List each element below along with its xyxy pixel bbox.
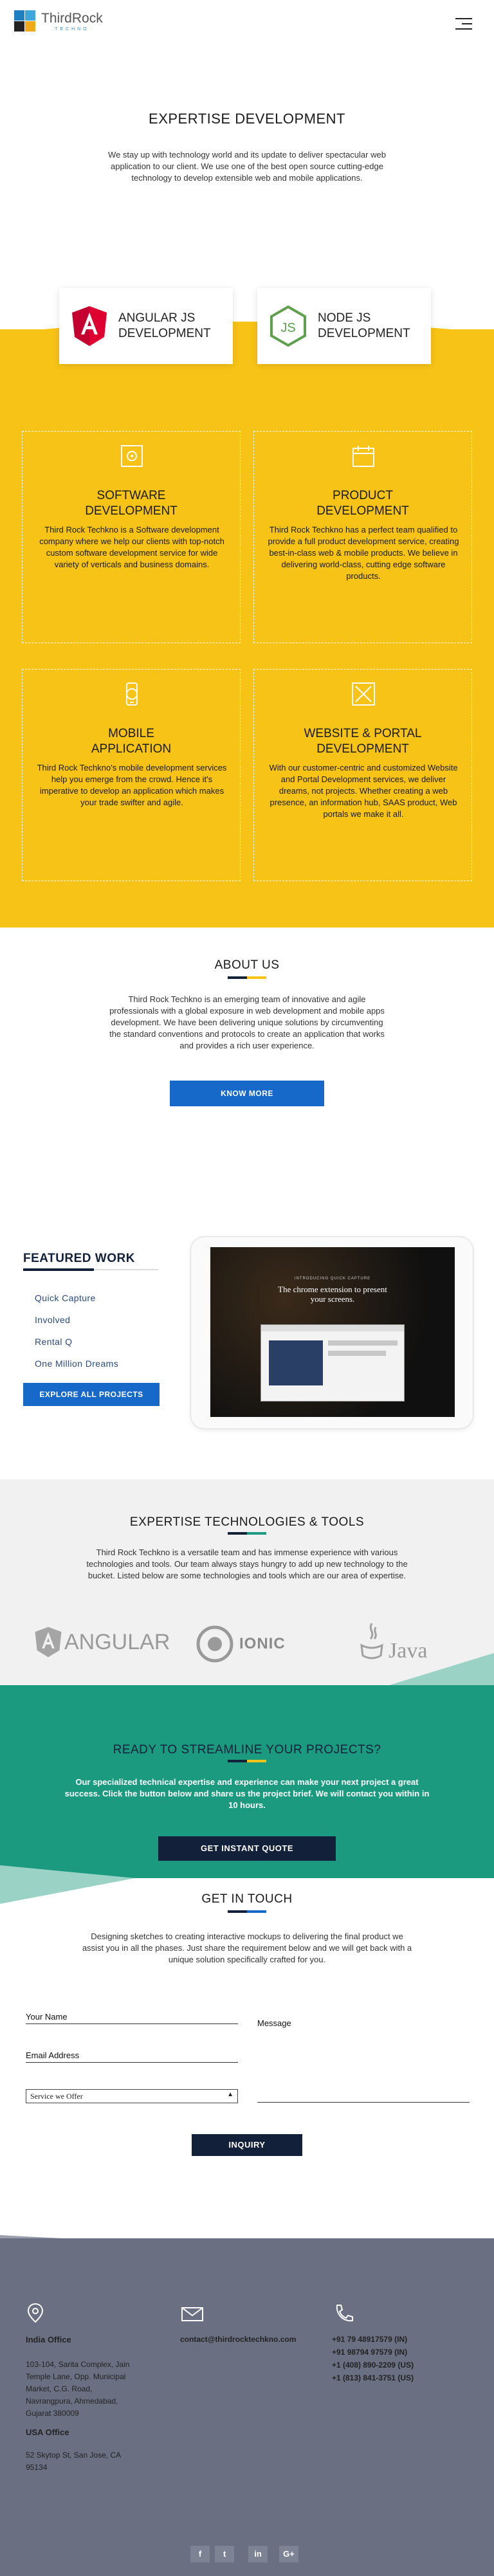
angular-shield-icon — [72, 306, 107, 346]
expertise-intro: We stay up with technology world and its… — [108, 150, 386, 183]
featured-item[interactable]: Involved — [35, 1315, 70, 1325]
featured-item[interactable]: Quick Capture — [35, 1293, 96, 1303]
expertise-title: EXPERTISE DEVELOPMENT — [149, 111, 345, 127]
name-field-label: Your Name — [26, 2012, 68, 2022]
tech-card-label: ANGULAR JS — [118, 311, 196, 325]
know-more-button[interactable]: KNOW MORE — [170, 1081, 324, 1106]
service-desc: Third Rock Techkno is a Software develop… — [39, 525, 224, 569]
site-header: ThirdRock TECHNO — [0, 0, 494, 51]
footer-phones: +91 79 48917579 (IN) +91 98794 97579 (IN… — [332, 2333, 414, 2384]
service-title: SOFTWARE — [96, 489, 166, 502]
message-field-label: Message — [257, 2018, 291, 2028]
service-card-product[interactable]: PRODUCT DEVELOPMENT Third Rock Techkno ha… — [253, 431, 472, 643]
email-field[interactable] — [26, 2062, 238, 2063]
project-preview-screen: INTRODUCING QUICK CAPTURE The chrome ext… — [210, 1247, 455, 1417]
twitter-icon[interactable]: t — [215, 2546, 234, 2562]
logo-mark-icon — [14, 10, 36, 32]
usa-office-title: USA Office — [26, 2427, 69, 2437]
brand-name: ThirdRock — [41, 10, 103, 26]
india-address: 103-104, Sarita Complex, Jain Temple Lane… — [26, 2360, 130, 2418]
brand-tagline: TECHNO — [55, 26, 89, 32]
phone-link[interactable]: +91 98794 97579 (IN) — [332, 2346, 414, 2359]
cta-title: READY TO STREAMLINE YOUR PROJECTS? — [113, 1743, 381, 1757]
service-title: WEBSITE & PORTAL — [304, 727, 422, 740]
usa-address: 52 Skytop St, San Jose, CA 95134 — [26, 2451, 122, 2472]
tech-card-angular[interactable]: ANGULAR JS DEVELOPMENT — [59, 288, 233, 364]
facebook-icon[interactable]: f — [190, 2546, 210, 2562]
service-title: PRODUCT — [333, 489, 393, 502]
email-icon — [181, 2307, 203, 2321]
contact-text: Designing sketches to creating interacti… — [82, 1932, 412, 1964]
service-select[interactable]: Service we Offer ▲ — [26, 2089, 238, 2103]
menu-icon[interactable] — [455, 18, 472, 31]
message-field[interactable] — [257, 2102, 470, 2103]
svg-text:JS: JS — [280, 321, 295, 335]
mobile-app-icon — [126, 682, 138, 706]
featured-title: FEATURED WORK — [23, 1252, 135, 1265]
linkedin-icon[interactable]: in — [248, 2546, 268, 2562]
explore-projects-button[interactable]: EXPLORE ALL PROJECTS — [23, 1383, 160, 1406]
service-card-website[interactable]: WEBSITE & PORTAL DEVELOPMENT With our cus… — [253, 669, 472, 881]
preview-kicker: INTRODUCING QUICK CAPTURE — [294, 1277, 371, 1281]
footer-email-link[interactable]: contact@thirdrocktechkno.com — [180, 2335, 296, 2344]
service-card-software[interactable]: SOFTWARE DEVELOPMENT Third Rock Techkno i… — [22, 431, 241, 643]
phone-link[interactable]: +1 (813) 841-3751 (US) — [332, 2371, 414, 2384]
featured-item[interactable]: One Million Dreams — [35, 1358, 118, 1369]
cta-text: Our specialized technical expertise and … — [64, 1777, 430, 1810]
select-arrow-icon: ▲ — [227, 2091, 233, 2098]
service-desc: Third Rock Techkno's mobile development … — [37, 763, 227, 807]
title-underline — [212, 133, 283, 136]
phone-icon — [336, 2305, 353, 2322]
location-pin-icon — [27, 2303, 44, 2323]
name-field[interactable] — [26, 2023, 238, 2024]
software-gear-icon — [121, 445, 143, 467]
website-tools-icon — [352, 682, 375, 706]
get-instant-quote-button[interactable]: GET INSTANT QUOTE — [158, 1836, 336, 1861]
service-desc: With our customer-centric and customized… — [269, 763, 458, 819]
googleplus-icon[interactable]: G+ — [279, 2546, 298, 2562]
tools-text: Third Rock Techkno is a versatile team a… — [86, 1548, 408, 1580]
about-title: ABOUT US — [214, 958, 280, 972]
tools-title: EXPERTISE TECHNOLOGIES & TOOLS — [129, 1515, 365, 1529]
preview-headline: The chrome extension to present — [278, 1284, 387, 1294]
project-preview-tablet[interactable]: INTRODUCING QUICK CAPTURE The chrome ext… — [190, 1236, 473, 1429]
india-office-title: India Office — [26, 2335, 71, 2344]
contact-title: GET IN TOUCH — [201, 1892, 293, 1906]
inquiry-button[interactable]: INQUIRY — [192, 2134, 302, 2156]
email-field-label: Email Address — [26, 2051, 80, 2060]
service-desc: Third Rock Techkno has a perfect team qu… — [268, 525, 459, 581]
nodejs-hexagon-icon: JS — [270, 305, 306, 347]
about-text: Third Rock Techkno is an emerging team o… — [109, 994, 385, 1050]
service-card-mobile[interactable]: MOBILE APPLICATION Third Rock Techkno's m… — [22, 669, 241, 881]
product-box-icon — [352, 446, 374, 467]
phone-link[interactable]: +1 (408) 890-2209 (US) — [332, 2359, 414, 2371]
tech-card-nodejs[interactable]: JS NODE JS DEVELOPMENT — [257, 288, 431, 364]
phone-link[interactable]: +91 79 48917579 (IN) — [332, 2333, 414, 2346]
brand-logo[interactable]: ThirdRock TECHNO — [14, 10, 103, 32]
featured-item[interactable]: Rental Q — [35, 1337, 72, 1347]
service-title: MOBILE — [108, 727, 154, 740]
tech-card-label: NODE JS — [318, 311, 371, 325]
preview-browser-mock — [261, 1324, 405, 1402]
